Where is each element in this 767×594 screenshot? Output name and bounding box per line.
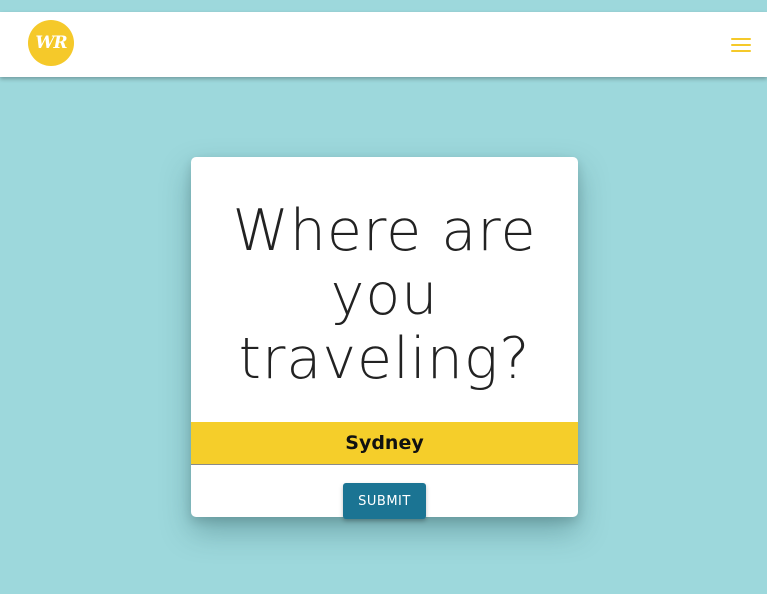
logo[interactable]: WR [28, 20, 74, 66]
menu-bar [731, 44, 751, 46]
menu-bar [731, 38, 751, 40]
destination-input[interactable] [191, 422, 578, 465]
submit-button[interactable]: SUBMIT [343, 483, 426, 519]
top-strip [0, 0, 767, 12]
menu-bar [731, 50, 751, 52]
navbar: WR [0, 12, 767, 77]
destination-card: Where are you traveling? SUBMIT [191, 157, 578, 519]
page-title: Where are you traveling? [232, 198, 537, 392]
hamburger-menu-icon[interactable] [731, 36, 751, 54]
logo-text: WR [35, 33, 67, 53]
